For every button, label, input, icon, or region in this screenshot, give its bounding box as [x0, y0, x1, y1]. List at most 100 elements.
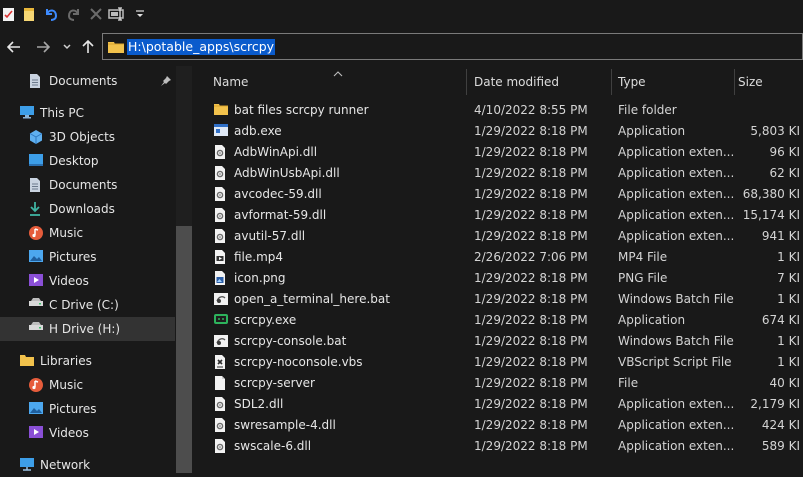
file-row[interactable]: AdbWinApi.dll 1/29/2022 8:18 PM Applicatio…	[213, 142, 803, 163]
file-row[interactable]: swresample-4.dll 1/29/2022 8:18 PM Applica…	[213, 415, 803, 436]
back-arrow-icon[interactable]	[3, 37, 25, 57]
sidebar-item-label: H Drive (H:)	[49, 322, 121, 336]
dll-icon	[213, 438, 229, 454]
column-divider[interactable]	[466, 69, 467, 95]
dll-icon	[213, 144, 229, 160]
pin-icon[interactable]	[160, 75, 172, 90]
image-file-icon	[213, 270, 229, 286]
file-date-modified: 1/29/2022 8:18 PM	[474, 124, 588, 138]
sidebar-item-this-pc[interactable]: This PC	[0, 101, 175, 125]
file-row[interactable]: scrcpy-noconsole.vbs 1/29/2022 8:18 PM VBS…	[213, 352, 803, 373]
sidebar-item-music[interactable]: Music	[0, 373, 175, 397]
music-icon	[28, 225, 44, 241]
sidebar-item-label: Documents	[49, 74, 118, 88]
column-divider[interactable]	[734, 69, 735, 95]
file-size: 941 KI	[761, 229, 800, 243]
file-row[interactable]: avcodec-59.dll 1/29/2022 8:18 PM Applicati…	[213, 184, 803, 205]
file-row[interactable]: scrcpy-console.bat 1/29/2022 8:18 PM Windo…	[213, 331, 803, 352]
column-header-type[interactable]: Type	[618, 75, 646, 89]
file-type: Application exten...	[618, 145, 735, 159]
file-size: 96 KI	[769, 145, 801, 159]
customize-dropdown-icon[interactable]	[131, 5, 149, 23]
sidebar-item-label: Documents	[49, 178, 118, 192]
videos-icon	[28, 273, 44, 289]
address-bar[interactable]: H:\potable_apps\scrcpy	[102, 33, 803, 60]
sidebar-item-music[interactable]: Music	[0, 221, 175, 245]
sidebar-item-network[interactable]: Network	[0, 453, 175, 477]
file-size: 2,179 KI	[750, 397, 800, 411]
sidebar-item-libraries[interactable]: Libraries	[0, 349, 175, 373]
exe-icon	[213, 123, 229, 139]
file-date-modified: 1/29/2022 8:18 PM	[474, 439, 588, 453]
videos-icon	[28, 425, 44, 441]
navigation-pane: Documents This PC 3D Objects Desktop Documen…	[0, 66, 192, 473]
file-type: File folder	[618, 103, 677, 117]
sidebar-item-label: Music	[49, 226, 84, 240]
recent-dropdown-icon[interactable]	[56, 37, 78, 57]
this-pc-icon	[19, 105, 35, 121]
file-row[interactable]: avutil-57.dll 1/29/2022 8:18 PM Applicatio…	[213, 226, 803, 247]
file-row[interactable]: scrcpy.exe 1/29/2022 8:18 PM Application 67…	[213, 310, 803, 331]
file-row[interactable]: swscale-6.dll 1/29/2022 8:18 PM Applicatio…	[213, 436, 803, 457]
file-row[interactable]: open_a_terminal_here.bat 1/29/2022 8:18 P…	[213, 289, 803, 310]
column-header-name[interactable]: Name	[213, 75, 248, 89]
file-size: 7 KI	[777, 271, 800, 285]
delete-icon[interactable]	[87, 5, 105, 23]
music-icon	[28, 377, 44, 393]
column-header-size[interactable]: Size	[738, 75, 763, 89]
file-size: 1 KI	[777, 250, 800, 264]
file-row[interactable]: avformat-59.dll 1/29/2022 8:18 PM Applicat…	[213, 205, 803, 226]
file-type: Application exten...	[618, 166, 735, 180]
sidebar-item-label: Downloads	[49, 202, 115, 216]
file-name: swresample-4.dll	[234, 418, 336, 432]
sidebar-item-documents[interactable]: Documents	[0, 173, 175, 197]
sidebar-item-documents[interactable]: Documents	[0, 69, 175, 93]
sidebar-item-3d-objects[interactable]: 3D Objects	[0, 125, 175, 149]
file-size: 1 KI	[777, 334, 800, 348]
file-type: PNG File	[618, 271, 668, 285]
redo-icon[interactable]	[65, 5, 83, 23]
sidebar-item-label: C Drive (C:)	[49, 298, 119, 312]
sidebar-item-label: Network	[40, 458, 91, 472]
sidebar-scrollbar-thumb[interactable]	[176, 226, 192, 473]
rename-icon[interactable]	[108, 5, 126, 23]
sidebar-item-videos[interactable]: Videos	[0, 269, 175, 293]
file-type: Application exten...	[618, 439, 735, 453]
sidebar-item-h-drive-h[interactable]: H Drive (H:)	[0, 317, 175, 341]
file-list: Name Date modified Type Size bat files s…	[193, 66, 803, 473]
sidebar-item-label: Desktop	[49, 154, 99, 168]
forward-arrow-icon[interactable]	[32, 37, 54, 57]
sidebar-item-label: Pictures	[49, 402, 97, 416]
address-path[interactable]: H:\potable_apps\scrcpy	[127, 39, 276, 55]
file-row[interactable]: AdbWinUsbApi.dll 1/29/2022 8:18 PM Applica…	[213, 163, 803, 184]
file-date-modified: 1/29/2022 8:18 PM	[474, 376, 588, 390]
sidebar-item-pictures[interactable]: Pictures	[0, 397, 175, 421]
undo-icon[interactable]	[42, 5, 60, 23]
file-type: Application exten...	[618, 187, 735, 201]
file-row[interactable]: SDL2.dll 1/29/2022 8:18 PM Application ext…	[213, 394, 803, 415]
file-size: 589 KI	[761, 439, 800, 453]
file-date-modified: 1/29/2022 8:18 PM	[474, 187, 588, 201]
file-row[interactable]: file.mp4 2/26/2022 7:06 PM MP4 File 1 KI	[213, 247, 803, 268]
file-date-modified: 1/29/2022 8:18 PM	[474, 271, 588, 285]
file-row[interactable]: icon.png 1/29/2022 8:18 PM PNG File 7 KI	[213, 268, 803, 289]
file-row[interactable]: scrcpy-server 1/29/2022 8:18 PM File 40 KI	[213, 373, 803, 394]
sidebar-item-pictures[interactable]: Pictures	[0, 245, 175, 269]
properties-icon[interactable]	[0, 5, 18, 23]
file-name: bat files scrcpy runner	[234, 103, 369, 117]
pictures-icon	[28, 249, 44, 265]
column-header-date[interactable]: Date modified	[474, 75, 559, 89]
sidebar-item-c-drive-c[interactable]: C Drive (C:)	[0, 293, 175, 317]
file-row[interactable]: bat files scrcpy runner 4/10/2022 8:55 PM…	[213, 100, 803, 121]
sidebar-item-label: This PC	[40, 106, 84, 120]
sidebar-item-videos[interactable]: Videos	[0, 421, 175, 445]
column-divider[interactable]	[611, 69, 612, 95]
sidebar-item-downloads[interactable]: Downloads	[0, 197, 175, 221]
file-type: File	[618, 376, 639, 390]
up-arrow-icon[interactable]	[77, 37, 99, 57]
new-folder-icon[interactable]	[21, 5, 39, 23]
file-date-modified: 1/29/2022 8:18 PM	[474, 145, 588, 159]
sidebar-item-desktop[interactable]: Desktop	[0, 149, 175, 173]
dll-icon	[213, 396, 229, 412]
file-row[interactable]: adb.exe 1/29/2022 8:18 PM Application 5,803…	[213, 121, 803, 142]
